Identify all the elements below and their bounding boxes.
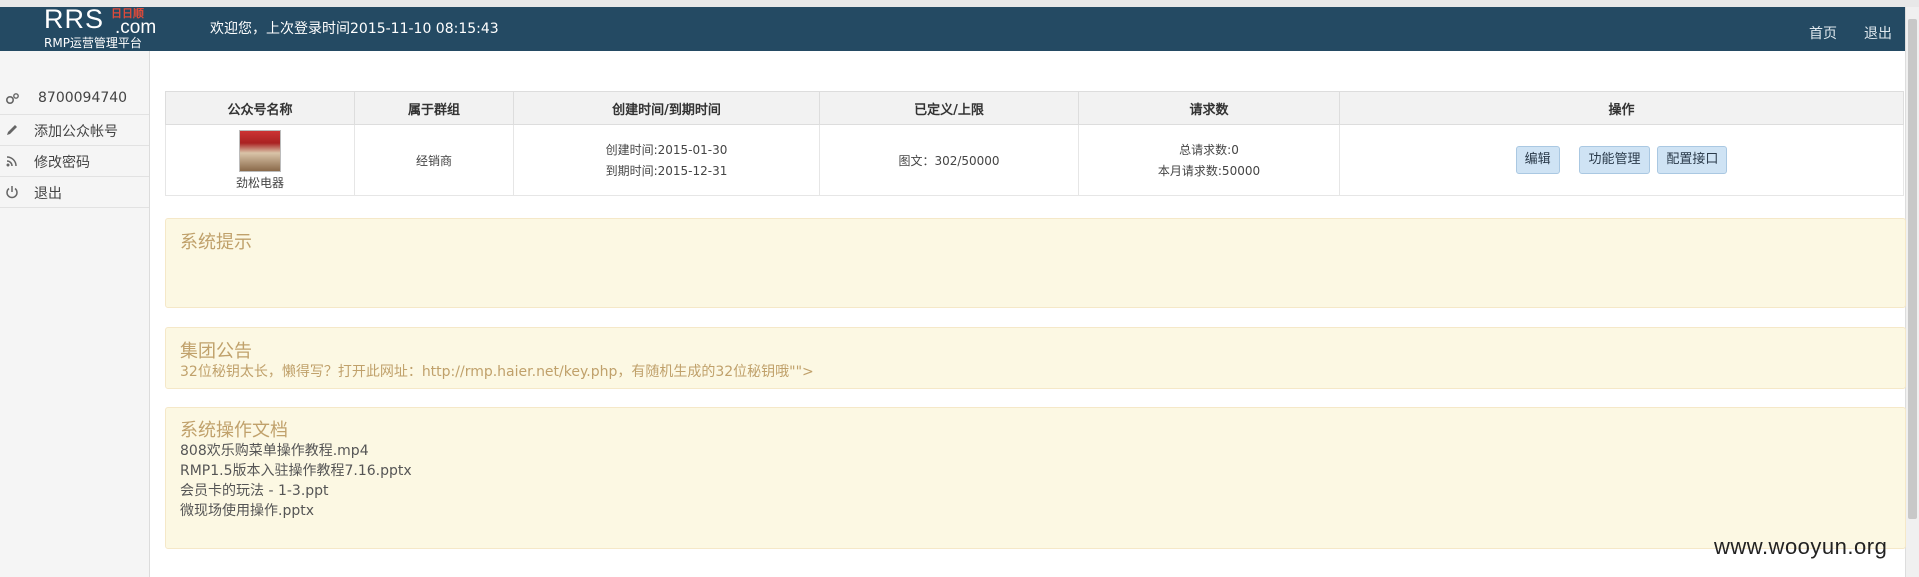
docs-panel: 系统操作文档 808欢乐购菜单操作教程.mp4 RMP1.5版本入驻操作教程7.… (165, 407, 1906, 549)
panel-title: 系统操作文档 (180, 420, 288, 441)
power-icon (4, 184, 20, 200)
top-header-bar: RRS 日日顺 .com RMP运营管理平台 欢迎您，上次登录时间2015-11… (0, 4, 1905, 51)
column-header: 请求数 (1078, 91, 1340, 125)
month-requests: 本月请求数:50000 (1157, 164, 1261, 178)
column-header: 创建时间/到期时间 (513, 91, 820, 125)
total-requests: 总请求数:0 (1179, 143, 1239, 157)
sidebar-item-logout[interactable]: 退出 (0, 177, 149, 208)
welcome-message: 欢迎您，上次登录时间2015-11-10 08:15:43 (210, 21, 499, 37)
logo-main-text: RRS (44, 4, 105, 34)
browser-top-strip (0, 0, 1919, 7)
sidebar-item-add-account[interactable]: 添加公众帐号 (0, 115, 149, 146)
column-header: 已定义/上限 (819, 91, 1079, 125)
sidebar-item-label: 添加公众帐号 (34, 124, 118, 140)
watermark: www.wooyun.org (1714, 534, 1888, 559)
gears-icon (4, 91, 20, 107)
panel-title: 集团公告 (180, 341, 252, 362)
sidebar-item-account[interactable]: 8700094740 (0, 84, 149, 115)
account-name: 劲松电器 (235, 175, 284, 190)
column-header: 公众号名称 (165, 91, 355, 125)
pencil-icon (4, 122, 20, 138)
doc-link[interactable]: 808欢乐购菜单操作教程.mp4 (180, 440, 369, 460)
actions-cell: 编辑 功能管理 配置接口 (1339, 124, 1904, 196)
sidebar-item-label: 8700094740 (38, 90, 128, 106)
sidebar-item-label: 修改密码 (34, 155, 90, 171)
logout-link[interactable]: 退出 (1864, 23, 1892, 43)
scrollbar-thumb[interactable] (1908, 19, 1917, 519)
system-tip-panel: 系统提示 (165, 218, 1906, 308)
function-manage-button[interactable]: 功能管理 (1579, 146, 1650, 174)
doc-link[interactable]: 会员卡的玩法 - 1-3.ppt (180, 480, 329, 500)
sidebar-item-label: 退出 (34, 186, 62, 202)
column-header: 操作 (1339, 91, 1904, 125)
dates-cell: 创建时间:2015-01-30 到期时间:2015-12-31 (513, 124, 820, 196)
created-date: 创建时间:2015-01-30 (605, 143, 728, 157)
requests-cell: 总请求数:0 本月请求数:50000 (1078, 124, 1340, 196)
column-header: 属于群组 (354, 91, 514, 125)
doc-link[interactable]: 微现场使用操作.pptx (180, 500, 314, 520)
panel-title: 系统提示 (180, 232, 252, 253)
sidebar: 8700094740 添加公众帐号 修改密码 退出 (0, 51, 150, 577)
rrs-logo[interactable]: RRS 日日顺 .com RMP运营管理平台 (44, 4, 164, 51)
notice-text: 32位秘钥太长，懒得写？打开此网址：http://rmp.haier.net/k… (180, 364, 814, 380)
rss-icon (4, 153, 20, 169)
doc-link[interactable]: RMP1.5版本入驻操作教程7.16.pptx (180, 460, 412, 480)
edit-button[interactable]: 编辑 (1515, 146, 1560, 174)
accounts-table: 公众号名称 属于群组 创建时间/到期时间 已定义/上限 请求数 操作 劲松电器 … (165, 91, 1904, 196)
defined-limit-cell: 图文：302/50000 (819, 124, 1079, 196)
sidebar-item-change-password[interactable]: 修改密码 (0, 146, 149, 177)
config-interface-button[interactable]: 配置接口 (1657, 146, 1728, 174)
home-link[interactable]: 首页 (1809, 23, 1837, 43)
group-notice-panel: 集团公告 32位秘钥太长，懒得写？打开此网址：http://rmp.haier.… (165, 327, 1906, 389)
table-row: 劲松电器 经销商 创建时间:2015-01-30 到期时间:2015-12-31… (165, 124, 1904, 196)
account-name-cell: 劲松电器 (165, 124, 355, 196)
vertical-scrollbar[interactable] (1905, 7, 1919, 577)
account-avatar (239, 129, 281, 172)
accounts-table-container: 公众号名称 属于群组 创建时间/到期时间 已定义/上限 请求数 操作 劲松电器 … (165, 91, 1904, 196)
group-cell: 经销商 (354, 124, 514, 196)
expiry-date: 到期时间:2015-12-31 (605, 164, 728, 178)
table-header-row: 公众号名称 属于群组 创建时间/到期时间 已定义/上限 请求数 操作 (165, 91, 1904, 125)
logo-subtitle: RMP运营管理平台 (44, 36, 142, 50)
